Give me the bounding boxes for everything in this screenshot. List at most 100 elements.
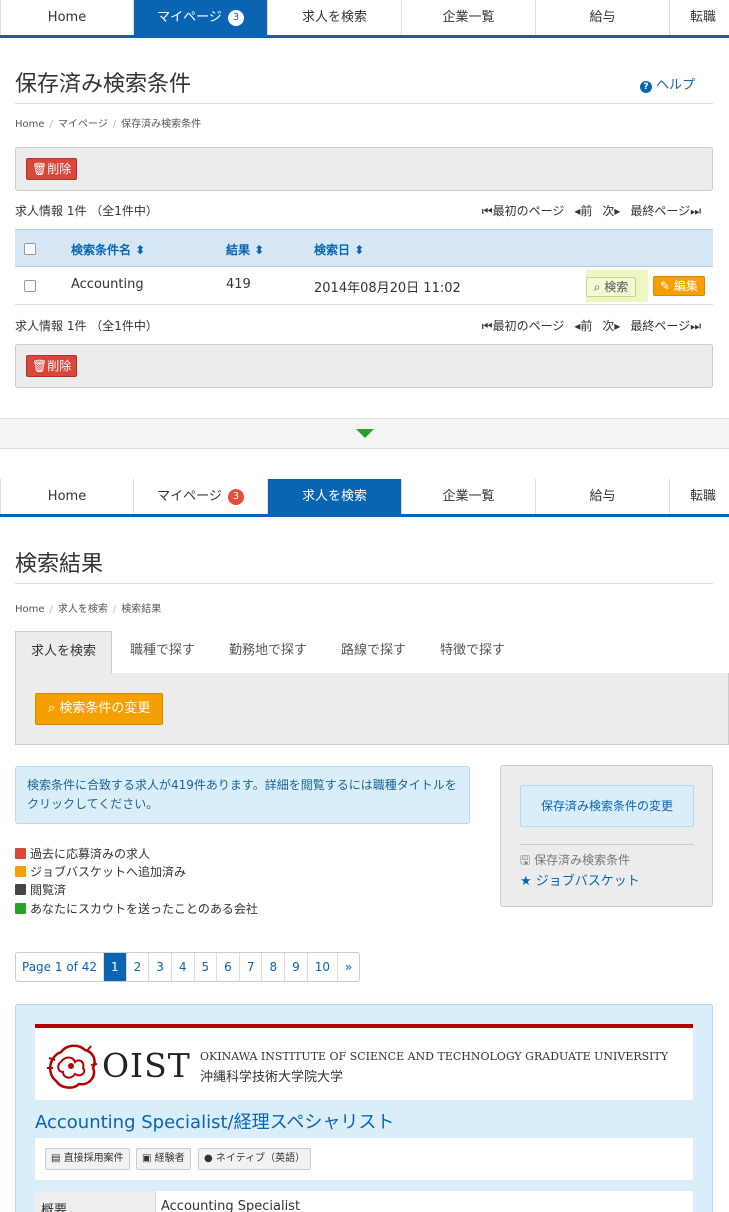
document-icon: ▤ — [51, 1153, 61, 1164]
page-5-link[interactable]: 5 — [195, 953, 218, 981]
first-page-link[interactable]: ⏮最初のページ — [482, 317, 565, 334]
subtab-by-occupation[interactable]: 職種で探す — [130, 631, 195, 674]
pager-bottom: ⏮最初のページ ◂前 次▸ 最終ページ⏭ — [482, 317, 701, 334]
trash-icon: 🗑 — [32, 162, 48, 176]
results-title: 検索結果 — [15, 552, 104, 577]
subtab-job-search[interactable]: 求人を検索 — [15, 631, 113, 675]
next-page-link[interactable]: » — [338, 953, 359, 981]
logo-oist-text: OIST — [102, 1046, 191, 1085]
search-name: Accounting — [71, 277, 144, 292]
section-divider — [0, 418, 729, 449]
search-subtabs: 求人を検索 職種で探す 勤務地で探す 路線で探す 特徴で探す — [15, 631, 729, 675]
next-page-link[interactable]: 次▸ — [602, 202, 620, 219]
table-row: Accounting 419 2014年08月20日 11:02 ⌕ 検索 ✎ … — [15, 267, 713, 305]
search-icon: ⌕ — [593, 280, 605, 294]
top-nav: Home マイページ 3 求人を検索 企業一覧 給与 転職 — [0, 0, 729, 38]
job-detail-row: 概要 Accounting Specialist — [35, 1191, 693, 1212]
title-divider — [15, 583, 713, 584]
job-basket-link[interactable]: ★ ジョブバスケット — [520, 870, 640, 889]
pagination: Page 1 of 42 1 2 3 4 5 6 7 8 9 10 » — [15, 952, 361, 982]
result-count-bottom: 求人情報 1件 （全1件中） — [15, 319, 158, 333]
last-page-icon: ⏭ — [690, 204, 701, 218]
nav-tab-career[interactable]: 転職 — [670, 479, 729, 514]
result-count-cell: 419 — [226, 277, 251, 292]
page-7-link[interactable]: 7 — [240, 953, 263, 981]
page-10-link[interactable]: 10 — [308, 953, 339, 981]
speech-bubble-icon: ● — [204, 1153, 213, 1164]
search-date: 2014年08月20日 11:02 — [314, 281, 461, 296]
nav-tab-salary[interactable]: 給与 — [536, 479, 670, 514]
edit-button[interactable]: ✎ 編集 — [653, 276, 705, 296]
logo-english-name: OKINAWA INSTITUTE OF SCIENCE AND TECHNOL… — [200, 1050, 669, 1063]
breadcrumb-home[interactable]: Home — [15, 604, 45, 615]
column-header-date[interactable]: 検索日 ⬍ — [314, 241, 364, 258]
prev-page-link[interactable]: ◂前 — [574, 202, 592, 219]
column-header-name[interactable]: 検索条件名 ⬍ — [71, 241, 145, 258]
column-header-result[interactable]: 結果 ⬍ — [226, 241, 264, 258]
delete-toolbar-top: 🗑削除 — [15, 147, 713, 191]
last-page-link[interactable]: 最終ページ⏭ — [630, 202, 701, 219]
run-search-button[interactable]: ⌕ 検索 — [586, 277, 636, 297]
sort-icon: ⬍ — [354, 243, 365, 257]
detail-label: 概要 — [35, 1191, 156, 1212]
page-6-link[interactable]: 6 — [217, 953, 240, 981]
page-3-link[interactable]: 3 — [149, 953, 172, 981]
delete-button[interactable]: 🗑削除 — [26, 158, 78, 180]
select-all-checkbox[interactable] — [24, 243, 36, 255]
page-4-link[interactable]: 4 — [172, 953, 195, 981]
run-search-label: 検索 — [604, 280, 629, 294]
subtab-by-line[interactable]: 路線で探す — [341, 631, 406, 674]
edit-saved-search-button[interactable]: 保存済み検索条件の変更 — [520, 785, 694, 827]
page-9-link[interactable]: 9 — [285, 953, 308, 981]
legend-swatch-orange — [15, 866, 26, 877]
job-title-link[interactable]: Accounting Specialist/経理スペシャリスト — [35, 1108, 394, 1134]
detail-value: Accounting Specialist — [161, 1199, 301, 1212]
page-8-link[interactable]: 8 — [262, 953, 286, 981]
save-icon: 🖫 — [520, 853, 531, 867]
help-link[interactable]: ? ヘルプ — [639, 74, 695, 93]
company-logo[interactable]: OIST OKINAWA INSTITUTE OF SCIENCE AND TE… — [35, 1024, 693, 1100]
breadcrumb-current: 保存済み検索条件 — [121, 119, 202, 130]
briefcase-icon: ▣ — [142, 1153, 152, 1164]
page-1-link[interactable]: 1 — [103, 953, 127, 981]
nav-tab-career[interactable]: 転職 — [670, 0, 729, 35]
nav-tab-home[interactable]: Home — [0, 0, 134, 35]
first-page-icon: ⏮ — [481, 204, 493, 218]
saved-search-link[interactable]: 🖫 保存済み検索条件 — [520, 851, 630, 872]
nav-tab-mypage[interactable]: マイページ 3 — [134, 0, 268, 35]
breadcrumb-search[interactable]: 求人を検索 — [58, 604, 108, 615]
breadcrumb-home[interactable]: Home — [15, 119, 45, 130]
last-page-link[interactable]: 最終ページ⏭ — [630, 317, 701, 334]
down-arrow-icon — [356, 429, 374, 438]
help-icon: ? — [639, 81, 652, 93]
trash-icon: 🗑 — [32, 359, 48, 373]
subtab-by-location[interactable]: 勤務地で探す — [229, 631, 307, 674]
prev-page-link[interactable]: ◂前 — [574, 317, 592, 334]
change-criteria-button[interactable]: ⌕ 検索条件の変更 — [35, 693, 164, 725]
nav-tab-home[interactable]: Home — [0, 479, 134, 514]
breadcrumb-mypage[interactable]: マイページ — [58, 119, 108, 130]
nav-tab-companies[interactable]: 企業一覧 — [402, 0, 536, 35]
first-page-link[interactable]: ⏮最初のページ — [482, 202, 565, 219]
saved-search-sidebox: 保存済み検索条件の変更 🖫 保存済み検索条件 ★ ジョブバスケット — [500, 765, 713, 907]
breadcrumb-current: 検索結果 — [121, 604, 162, 615]
first-page-icon: ⏮ — [481, 319, 493, 333]
search-button-highlight: ⌕ 検索 — [586, 270, 648, 302]
nav-tab-job-search[interactable]: 求人を検索 — [268, 479, 402, 514]
nav-tab-job-search[interactable]: 求人を検索 — [268, 0, 402, 35]
delete-button[interactable]: 🗑削除 — [26, 355, 78, 377]
tag-native-english: ● ネイティブ（英語） — [198, 1148, 312, 1170]
star-icon: ★ — [520, 874, 532, 889]
page-2-link[interactable]: 2 — [127, 953, 150, 981]
nav-tab-salary[interactable]: 給与 — [536, 0, 670, 35]
sort-icon: ⬍ — [135, 243, 146, 257]
delete-toolbar-bottom: 🗑削除 — [15, 344, 713, 388]
logo-japanese-name: 沖縄科学技術大学院大学 — [200, 1070, 344, 1085]
nav-tab-companies[interactable]: 企業一覧 — [402, 479, 536, 514]
next-page-link[interactable]: 次▸ — [602, 317, 620, 334]
search-well: ⌕ 検索条件の変更 — [15, 673, 729, 745]
notification-badge: 3 — [227, 489, 244, 505]
row-checkbox[interactable] — [24, 280, 36, 292]
nav-tab-mypage[interactable]: マイページ 3 — [134, 479, 268, 514]
subtab-by-feature[interactable]: 特徴で探す — [440, 631, 505, 674]
